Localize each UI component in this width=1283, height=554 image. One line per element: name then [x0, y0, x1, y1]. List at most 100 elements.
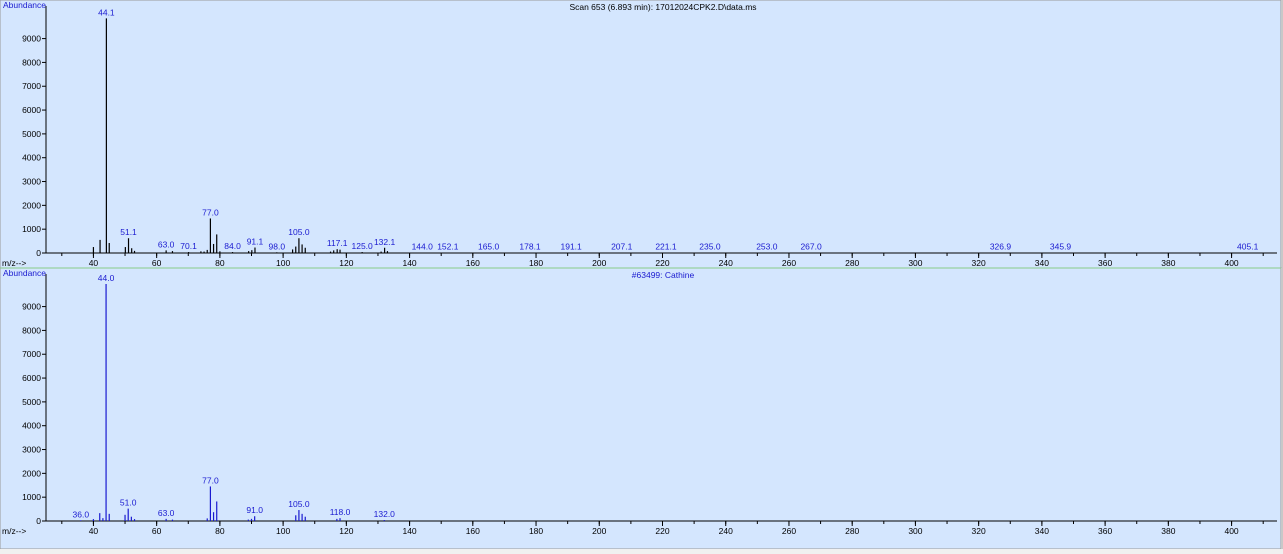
peak-label: 221.1: [655, 242, 677, 252]
x-axis-label: m/z-->: [2, 526, 26, 536]
x-tick-label: 140: [402, 258, 416, 268]
x-tick-label: 120: [339, 526, 353, 536]
peak-label: 144.0: [412, 242, 434, 252]
x-tick-label: 200: [592, 526, 606, 536]
y-tick-label: 4000: [22, 153, 41, 163]
y-tick-label: 6000: [22, 373, 41, 383]
peak-label: 117.1: [327, 238, 348, 248]
peak-label: 51.1: [120, 227, 137, 237]
x-tick-label: 60: [152, 526, 162, 536]
x-tick-label: 200: [592, 258, 606, 268]
peak-label: 165.0: [478, 242, 500, 252]
x-tick-label: 320: [972, 258, 986, 268]
peak-label: 267.0: [800, 242, 822, 252]
peak-label: 84.0: [224, 241, 241, 251]
y-tick-label: 3000: [22, 177, 41, 187]
y-tick-label: 6000: [22, 105, 41, 115]
x-tick-label: 260: [782, 258, 796, 268]
y-tick-label: 0: [36, 516, 41, 526]
peak-label: 125.0: [352, 241, 374, 251]
y-tick-label: 7000: [22, 349, 41, 359]
mass-spectra-chart: Scan 653 (6.893 min): 17012024CPK2.D\dat…: [0, 0, 1283, 550]
y-tick-label: 0: [36, 248, 41, 258]
peak-label: 98.0: [269, 241, 286, 251]
peak-label: 51.0: [120, 498, 137, 508]
x-tick-label: 400: [1224, 526, 1238, 536]
y-axis-label: Abundance: [3, 0, 46, 10]
peak-label: 63.0: [158, 508, 175, 518]
x-tick-label: 300: [908, 526, 922, 536]
peak-label: 77.0: [202, 475, 219, 485]
peak-label: 253.0: [756, 242, 778, 252]
x-tick-label: 340: [1035, 526, 1049, 536]
x-tick-label: 40: [89, 258, 99, 268]
peak-label: 36.0: [73, 509, 90, 519]
peak-label: 132.0: [374, 509, 396, 519]
x-tick-label: 180: [529, 526, 543, 536]
x-tick-label: 240: [719, 258, 733, 268]
y-tick-label: 2000: [22, 468, 41, 478]
x-axis-label: m/z-->: [2, 258, 26, 268]
x-tick-label: 380: [1161, 526, 1175, 536]
x-tick-label: 180: [529, 258, 543, 268]
spectra-window: Scan 653 (6.893 min): 17012024CPK2.D\dat…: [0, 0, 1283, 550]
y-tick-label: 5000: [22, 129, 41, 139]
x-tick-label: 140: [402, 526, 416, 536]
y-tick-label: 5000: [22, 397, 41, 407]
peak-label: 63.0: [158, 239, 175, 249]
peak-label: 191.1: [560, 242, 582, 252]
x-tick-label: 380: [1161, 258, 1175, 268]
x-tick-label: 160: [466, 258, 480, 268]
peak-label: 91.0: [246, 505, 263, 515]
x-tick-label: 100: [276, 526, 290, 536]
peak-label: 405.1: [1237, 242, 1259, 252]
x-tick-label: 160: [466, 526, 480, 536]
x-tick-label: 220: [655, 258, 669, 268]
peak-label: 105.0: [288, 227, 310, 237]
peak-label: 235.0: [699, 242, 721, 252]
y-tick-label: 2000: [22, 200, 41, 210]
chart-title: Scan 653 (6.893 min): 17012024CPK2.D\dat…: [569, 2, 756, 12]
chart-title: #63499: Cathine: [632, 270, 695, 280]
x-tick-label: 240: [719, 526, 733, 536]
x-tick-label: 80: [215, 526, 225, 536]
x-tick-label: 360: [1098, 526, 1112, 536]
y-tick-label: 1000: [22, 224, 41, 234]
peak-label: 77.0: [202, 207, 219, 217]
peak-label: 207.1: [611, 242, 633, 252]
peak-label: 132.1: [374, 237, 396, 247]
spectrum-panel-1: Scan 653 (6.893 min): 17012024CPK2.D\dat…: [0, 0, 1283, 269]
x-tick-label: 40: [89, 526, 99, 536]
y-tick-label: 9000: [22, 34, 41, 44]
x-tick-label: 220: [655, 526, 669, 536]
y-tick-label: 1000: [22, 492, 41, 502]
y-tick-label: 7000: [22, 81, 41, 91]
spectrum-panel-2: #63499: Cathine Abundance 0 1000 2000 3000 400…: [0, 267, 1283, 550]
x-tick-label: 80: [215, 258, 225, 268]
x-tick-label: 100: [276, 258, 290, 268]
peak-label: 178.1: [519, 242, 541, 252]
x-tick-label: 120: [339, 258, 353, 268]
panel-background: [0, 267, 1282, 550]
x-tick-label: 340: [1035, 258, 1049, 268]
peak-label: 70.1: [180, 241, 197, 251]
x-tick-label: 260: [782, 526, 796, 536]
peak-label: 152.1: [437, 242, 459, 252]
y-axis-label: Abundance: [3, 268, 46, 278]
peak-label: 105.0: [288, 499, 310, 509]
x-tick-label: 280: [845, 258, 859, 268]
peak-label: 326.9: [990, 242, 1012, 252]
x-tick-label: 360: [1098, 258, 1112, 268]
peak-label: 345.9: [1050, 242, 1072, 252]
y-tick-label: 4000: [22, 421, 41, 431]
x-tick-label: 60: [152, 258, 162, 268]
peak-label: 118.0: [330, 507, 351, 517]
peak-label: 44.1: [98, 7, 115, 17]
panel-background: [0, 0, 1282, 269]
x-tick-label: 320: [972, 526, 986, 536]
y-tick-label: 8000: [22, 325, 41, 335]
y-tick-label: 8000: [22, 57, 41, 67]
y-tick-label: 3000: [22, 445, 41, 455]
x-tick-label: 300: [908, 258, 922, 268]
y-tick-label: 9000: [22, 302, 41, 312]
